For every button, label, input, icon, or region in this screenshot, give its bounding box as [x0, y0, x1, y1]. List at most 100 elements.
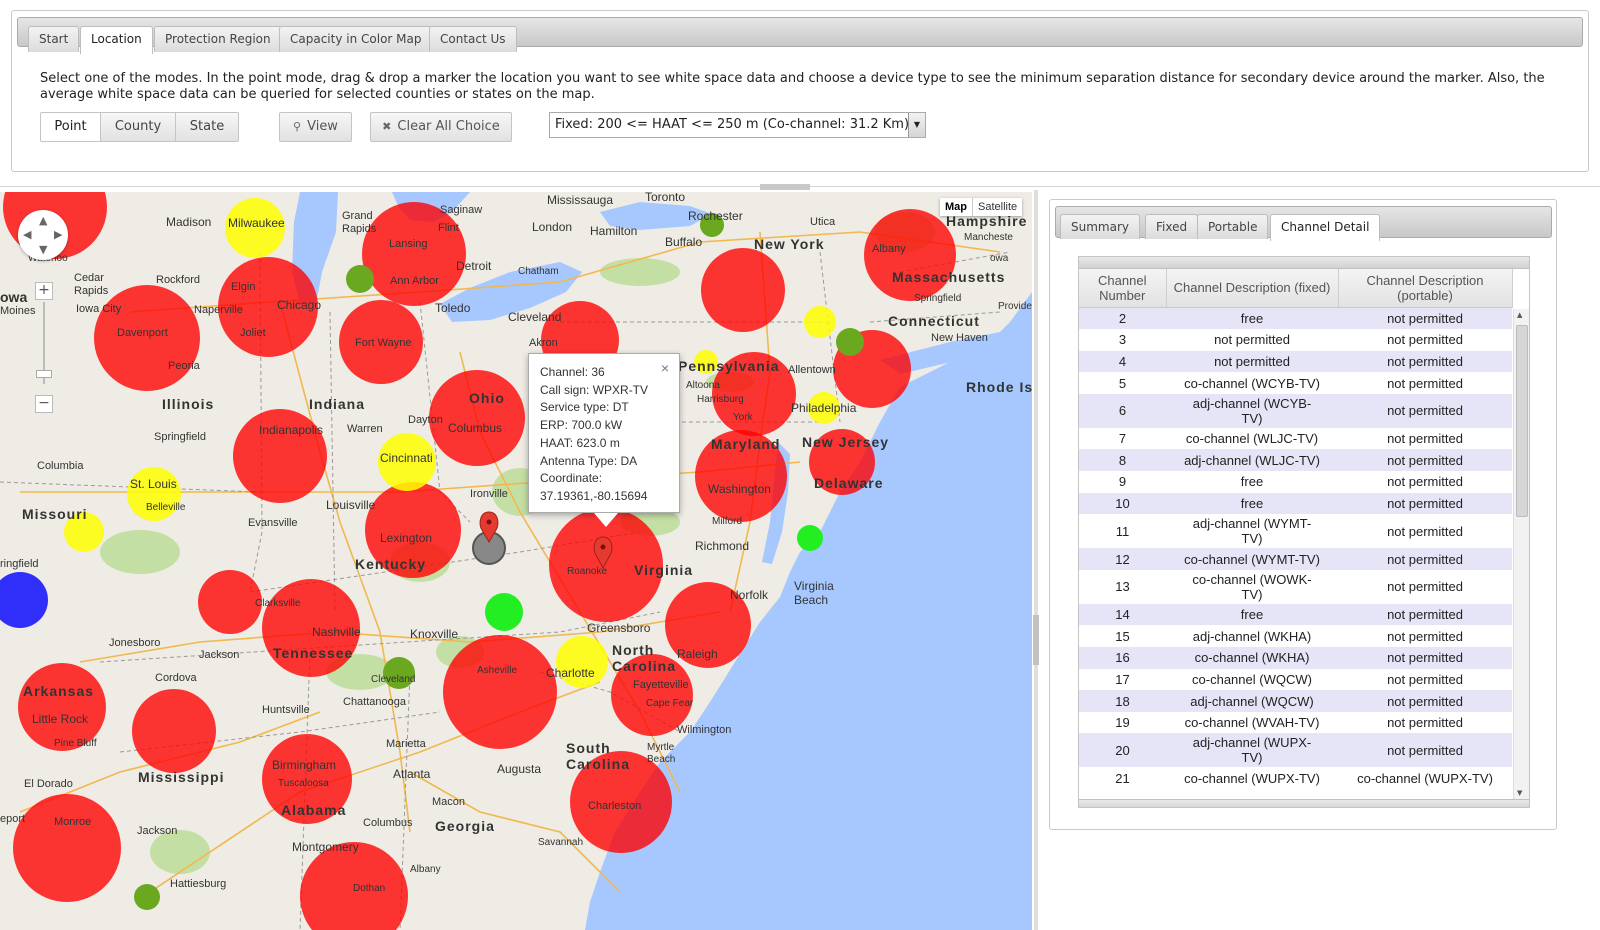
table-row[interactable]: 9 free not permitted: [1079, 471, 1512, 493]
tab-protection-region[interactable]: Protection Region: [154, 26, 282, 52]
channel-number-cell: 14: [1079, 603, 1166, 626]
map-label-city: Rockford: [156, 274, 201, 286]
channel-description-fixed-cell: adj-channel (WYMT-TV): [1192, 516, 1312, 547]
channel-number-cell: 20: [1079, 733, 1166, 768]
table-scrollbar[interactable]: ▲ ▼: [1513, 309, 1529, 799]
map-label-state: Illinois: [162, 396, 215, 412]
channel-description-portable-cell: not permitted: [1387, 715, 1463, 731]
table-row[interactable]: 19 co-channel (WVAH-TV) not permitted: [1079, 712, 1512, 734]
tab-location[interactable]: Location: [80, 26, 153, 54]
map-label-city: Roanoke: [567, 566, 608, 577]
chevron-down-icon[interactable]: ▼: [908, 113, 925, 137]
channel-number-cell: 5: [1118, 375, 1127, 391]
table-row[interactable]: 18 adj-channel (WQCW) not permitted: [1079, 690, 1512, 712]
coverage-circle: [132, 689, 216, 773]
map-label-city: Tuscaloosa: [278, 778, 329, 789]
vertical-splitter-handle[interactable]: [1033, 615, 1039, 665]
zoom-slider-handle[interactable]: [36, 370, 52, 378]
map-label-city: Toronto: [645, 192, 686, 204]
scroll-up-icon[interactable]: ▲: [1517, 311, 1522, 319]
map-label-city: Chatham: [518, 266, 559, 277]
table-row[interactable]: 6 adj-channel (WCYB-TV) not permitted: [1079, 393, 1512, 428]
table-row[interactable]: 2 free not permitted: [1079, 307, 1512, 330]
table-row[interactable]: 17 co-channel (WQCW) not permitted: [1079, 669, 1512, 691]
map-view[interactable]: Illinois Indiana Ohio Missouri Kentucky …: [0, 192, 1032, 930]
channel-number-cell: 4: [1079, 350, 1166, 373]
map-type-satellite-button[interactable]: Satellite: [973, 198, 1022, 216]
map-label-state: New Jersey: [802, 434, 890, 450]
tab-capacity-color-map[interactable]: Capacity in Color Map: [279, 26, 433, 52]
map-label-city: Albany: [410, 864, 441, 875]
table-row[interactable]: 13 co-channel (WOWK-TV) not permitted: [1079, 570, 1512, 604]
tab-portable[interactable]: Portable: [1197, 214, 1269, 239]
table-row[interactable]: 14 free not permitted: [1079, 603, 1512, 626]
column-header-channel-number[interactable]: Channel Number: [1079, 269, 1167, 308]
popup-call-sign: Call sign: WPXR-TV: [540, 382, 649, 397]
pan-down-icon[interactable]: ▼: [39, 243, 47, 256]
tab-start[interactable]: Start: [28, 26, 80, 52]
table-row[interactable]: 11 adj-channel (WYMT-TV) not permitted: [1079, 514, 1512, 548]
close-icon[interactable]: ×: [661, 360, 669, 378]
channel-description-portable-cell: not permitted: [1387, 431, 1463, 447]
column-header-description-portable[interactable]: Channel Description (portable): [1338, 269, 1513, 308]
tab-summary[interactable]: Summary: [1060, 214, 1140, 239]
map-label-state: Indiana: [309, 396, 366, 412]
scrollbar-thumb[interactable]: [1516, 325, 1528, 517]
channel-description-portable-cell: co-channel (WUPX-TV): [1357, 770, 1493, 786]
pan-right-icon[interactable]: ▶: [54, 228, 62, 241]
pan-control[interactable]: ▲ ▼ ◀ ▶: [18, 210, 68, 260]
map-label-city: Cleveland: [508, 310, 562, 324]
table-row[interactable]: 16 co-channel (WKHA) not permitted: [1079, 647, 1512, 669]
tab-channel-detail[interactable]: Channel Detail: [1270, 214, 1381, 241]
view-button[interactable]: ⚲ View: [279, 112, 352, 142]
coverage-circle: [864, 209, 956, 301]
map-label-city: Cincinnati: [380, 451, 433, 465]
table-row[interactable]: 5 co-channel (WCYB-TV) not permitted: [1079, 372, 1512, 394]
map-label-state: Kentucky: [355, 556, 427, 572]
table-row[interactable]: 3 not permitted not permitted: [1079, 329, 1512, 351]
vertical-splitter[interactable]: [1034, 190, 1038, 930]
map-label-city: Jackson: [199, 649, 240, 661]
table-row[interactable]: 15 adj-channel (WKHA) not permitted: [1079, 625, 1512, 647]
zoom-out-button[interactable]: −: [35, 395, 53, 413]
popup-service-type: Service type: DT: [540, 400, 629, 415]
device-type-select[interactable]: Fixed: 200 <= HAAT <= 250 m (Co-channel:…: [549, 112, 926, 138]
mode-state-button[interactable]: State: [175, 112, 239, 142]
column-header-description-fixed[interactable]: Channel Description (fixed): [1166, 269, 1339, 308]
mode-county-button[interactable]: County: [100, 112, 176, 142]
table-row[interactable]: 7 co-channel (WLJC-TV) not permitted: [1079, 428, 1512, 450]
map-label-city: Augusta: [497, 762, 542, 776]
map-label-city: London: [532, 220, 573, 234]
tab-fixed[interactable]: Fixed: [1145, 214, 1199, 239]
channel-number-cell: 19: [1115, 715, 1130, 731]
zoom-in-button[interactable]: +: [35, 282, 53, 300]
horizontal-splitter-handle[interactable]: [760, 184, 810, 190]
channel-description-portable-cell: not permitted: [1387, 332, 1463, 348]
channel-description-fixed-cell: co-channel (WOWK-TV): [1192, 571, 1312, 602]
channel-number-cell: 17: [1115, 671, 1130, 687]
map-label-city: Virginia Beach: [794, 579, 834, 607]
map-label-city: New Haven: [931, 332, 988, 344]
tab-contact-us[interactable]: Contact Us: [429, 26, 517, 52]
popup-tail: [594, 513, 618, 527]
table-caption-bar: [1079, 257, 1529, 269]
map-type-control: Map Satellite: [940, 198, 1023, 216]
table-row[interactable]: 4 not permitted not permitted: [1079, 350, 1512, 373]
table-row[interactable]: 8 adj-channel (WLJC-TV) not permitted: [1079, 449, 1512, 472]
mode-point-button[interactable]: Point: [40, 112, 101, 142]
table-row[interactable]: 20 adj-channel (WUPX-TV) not permitted: [1079, 733, 1512, 768]
table-row[interactable]: 21 co-channel (WUPX-TV) co-channel (WUPX-T…: [1079, 767, 1512, 789]
map-label-city: York: [733, 412, 753, 423]
map-type-map-button[interactable]: Map: [940, 198, 973, 216]
map-label-state: Connecticut: [888, 313, 980, 329]
table-row[interactable]: 12 co-channel (WYMT-TV) not permitted: [1079, 548, 1512, 570]
map-label-state: Missouri: [22, 506, 88, 522]
map-label-city: Milford: [712, 516, 743, 527]
pan-up-icon[interactable]: ▲: [39, 214, 47, 227]
pan-left-icon[interactable]: ◀: [23, 228, 31, 241]
scroll-down-icon[interactable]: ▼: [1517, 789, 1522, 797]
map-label-city: Monroe: [54, 816, 92, 828]
clear-all-choice-button[interactable]: ✖ Clear All Choice: [370, 112, 512, 142]
map-label-city: Macon: [432, 796, 466, 808]
table-row[interactable]: 10 free not permitted: [1079, 492, 1512, 515]
